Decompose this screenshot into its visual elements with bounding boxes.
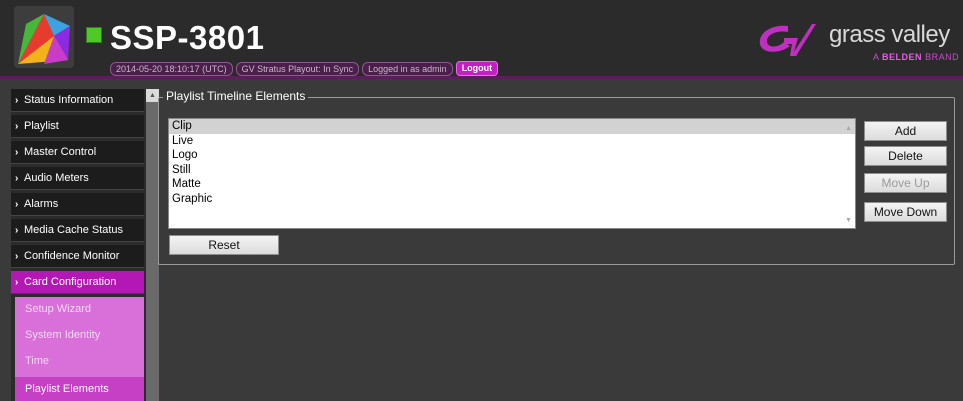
submenu-item-playlist-elements[interactable]: Playlist Elements: [15, 377, 144, 401]
list-item[interactable]: Still: [169, 163, 855, 178]
sidebar-item-card-configuration[interactable]: › Card Configuration: [11, 271, 144, 294]
list-scroll-up-icon[interactable]: ▲: [845, 125, 852, 132]
submenu-item-system-identity[interactable]: System Identity: [15, 323, 144, 347]
sidebar-item-master-control[interactable]: › Master Control: [11, 141, 144, 164]
brand-name: grass valley: [829, 21, 950, 48]
delete-button[interactable]: Delete: [864, 146, 947, 166]
status-bar: 2014-05-20 18:10:17 (UTC) GV Stratus Pla…: [110, 61, 499, 76]
list-item[interactable]: Matte: [169, 177, 855, 192]
list-item[interactable]: Clip: [169, 119, 855, 134]
reset-button[interactable]: Reset: [169, 235, 279, 255]
grass-valley-logo-icon: [759, 24, 816, 56]
sync-status: GV Stratus Playout: In Sync: [235, 61, 360, 76]
move-down-button[interactable]: Move Down: [864, 202, 947, 222]
app-header: SSP-3801 2014-05-20 18:10:17 (UTC) GV St…: [0, 0, 963, 79]
logout-button[interactable]: Logout: [455, 61, 499, 76]
submenu-item-time[interactable]: Time: [15, 349, 144, 373]
move-up-button[interactable]: Move Up: [864, 173, 947, 193]
sidebar-item-audio-meters[interactable]: › Audio Meters: [11, 167, 144, 190]
list-scroll-down-icon[interactable]: ▼: [845, 217, 852, 224]
panel-title: Playlist Timeline Elements: [163, 89, 309, 103]
login-status: Logged in as admin: [362, 61, 453, 76]
sidebar-nav: › Status Information › Playlist › Master Co…: [11, 89, 159, 401]
product-logo: [14, 6, 74, 68]
list-item[interactable]: Live: [169, 134, 855, 149]
list-item[interactable]: Graphic: [169, 192, 855, 207]
sidebar-item-confidence-monitor[interactable]: › Confidence Monitor: [11, 245, 144, 268]
submenu-item-setup-wizard[interactable]: Setup Wizard: [15, 297, 144, 321]
sidebar-item-playlist[interactable]: › Playlist: [11, 115, 144, 138]
device-title: SSP-3801: [110, 19, 265, 56]
sidebar-item-media-cache-status[interactable]: › Media Cache Status: [11, 219, 144, 242]
status-led: [86, 27, 102, 43]
add-button[interactable]: Add: [864, 121, 947, 141]
brand-subtitle: A BELDEN BRAND: [873, 52, 960, 62]
elements-listbox[interactable]: Clip Live Logo Still Matte Graphic ▲ ▼: [168, 118, 856, 229]
sidebar-item-status-information[interactable]: › Status Information: [11, 89, 144, 112]
datetime-status: 2014-05-20 18:10:17 (UTC): [110, 61, 233, 76]
sidebar-item-alarms[interactable]: › Alarms: [11, 193, 144, 216]
list-item[interactable]: Logo: [169, 148, 855, 163]
